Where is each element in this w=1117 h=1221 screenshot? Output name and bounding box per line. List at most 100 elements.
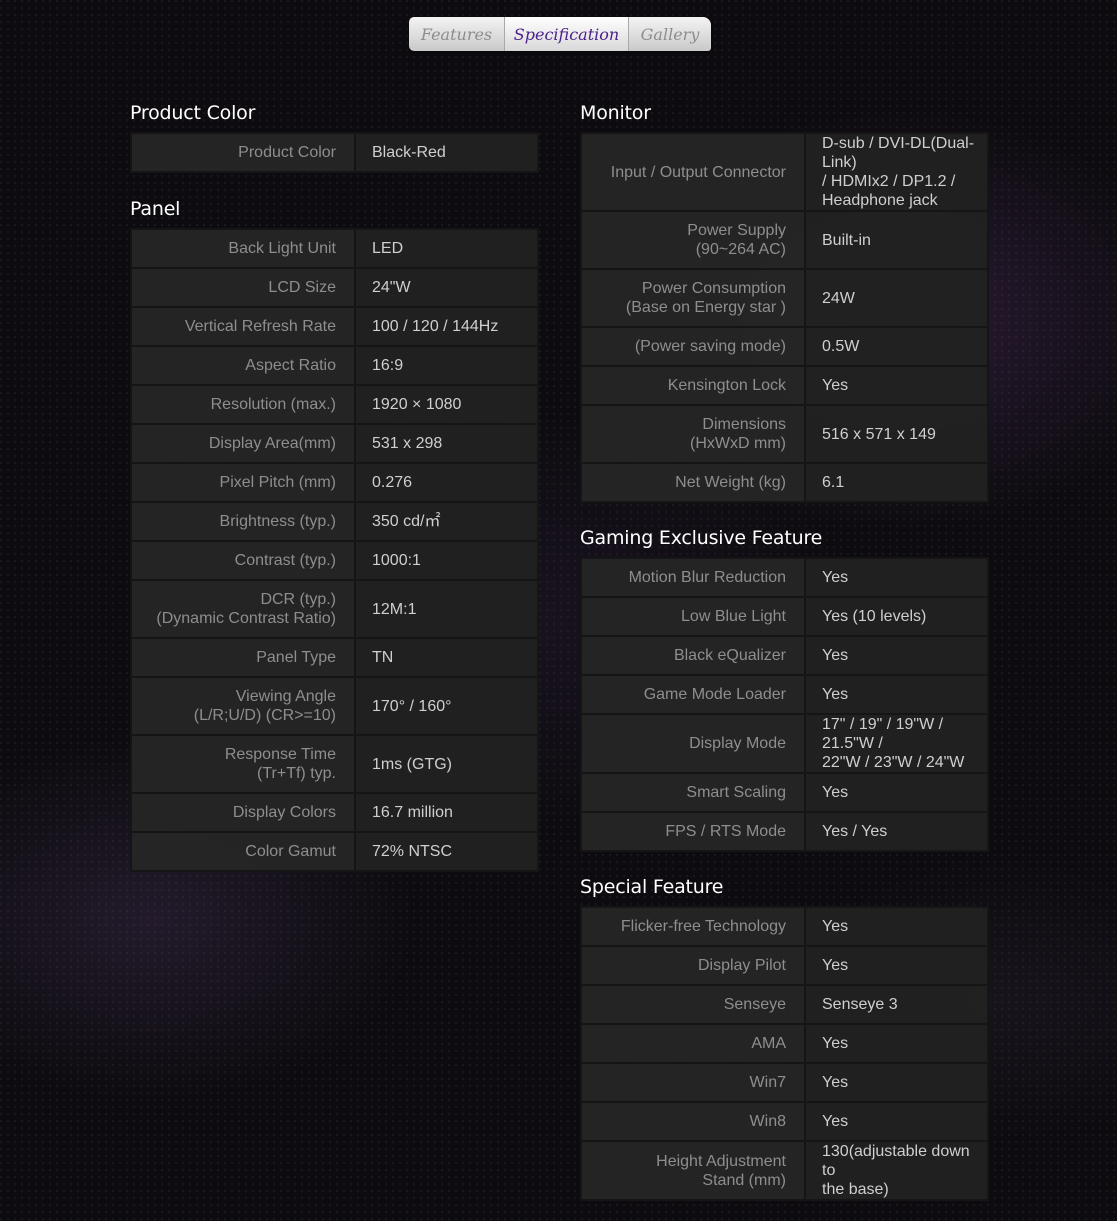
spec-value: 16:9 (354, 345, 539, 386)
spec-value-line: 72% NTSC (372, 843, 453, 860)
spec-label: Smart Scaling (580, 772, 806, 813)
spec-value: Yes (804, 906, 989, 947)
spec-label: Display Pilot (580, 945, 806, 986)
spec-value: Yes (804, 772, 989, 813)
spec-value: 1920 × 1080 (354, 384, 539, 425)
spec-label-line: Senseye (723, 996, 786, 1013)
spec-value: Yes (804, 1101, 989, 1142)
spec-label-line: (Tr+Tf) typ. (257, 765, 336, 782)
spec-label: Flicker-free Technology (580, 906, 806, 947)
spec-value-line: 16.7 million (372, 804, 453, 821)
tab-features[interactable]: Features (409, 17, 505, 51)
spec-label-line: Resolution (max.) (210, 396, 336, 413)
spec-label-line: Back Light Unit (228, 240, 336, 257)
spec-label-line: Net Weight (kg) (675, 474, 786, 491)
spec-value-line: Yes (822, 957, 849, 974)
tab-gallery[interactable]: Gallery (629, 17, 711, 51)
spec-value-line: 0.5W (822, 338, 860, 355)
spec-label-line: Black eQualizer (673, 647, 786, 664)
spec-row: Back Light Unit LED (130, 228, 539, 269)
spec-label: Net Weight (kg) (580, 462, 806, 503)
spec-value-line: Yes (822, 918, 849, 935)
spec-label: Input / Output Connector (580, 132, 806, 212)
spec-label-line: Panel Type (256, 649, 336, 666)
spec-value-line: D-sub / DVI-DL(Dual-Link) (822, 135, 975, 171)
spec-value-line: TN (372, 649, 394, 666)
spec-label-line: Smart Scaling (686, 784, 786, 801)
spec-value-line: 100 / 120 / 144Hz (372, 318, 499, 335)
spec-value: 0.5W (804, 326, 989, 367)
spec-value: Yes (804, 945, 989, 986)
spec-value-line: the base) (822, 1181, 889, 1198)
spec-value: 24W (804, 268, 989, 328)
spec-value: TN (354, 637, 539, 678)
spec-label-line: Flicker-free Technology (620, 918, 786, 935)
spec-label-line: (L/R;U/D) (CR>=10) (193, 707, 336, 724)
spec-label-line: Win8 (749, 1113, 786, 1130)
spec-row: Kensington Lock Yes (580, 365, 989, 406)
spec-label-line: Aspect Ratio (245, 357, 336, 374)
spec-label-line: Display Colors (232, 804, 336, 821)
spec-value-line: 1ms (GTG) (372, 755, 452, 773)
spec-label-line: Low Blue Light (681, 608, 786, 625)
spec-value-line: Built-in (822, 231, 871, 249)
spec-value-line: Yes (822, 1035, 849, 1052)
spec-value-line: 16:9 (372, 357, 404, 374)
spec-row: Display Mode 17" / 19" / 19"W / 21.5"W / 2… (580, 713, 989, 774)
spec-value: 531 x 298 (354, 423, 539, 464)
spec-row: Game Mode Loader Yes (580, 674, 989, 715)
spec-label: Color Gamut (130, 831, 356, 872)
spec-row: Pixel Pitch (mm) 0.276 (130, 462, 539, 503)
spec-row: Motion Blur Reduction Yes (580, 557, 989, 598)
spec-row: LCD Size 24"W (130, 267, 539, 308)
spec-value: Yes / Yes (804, 811, 989, 852)
spec-value: LED (354, 228, 539, 269)
spec-row: Display Colors 16.7 million (130, 792, 539, 833)
spec-label: Display Colors (130, 792, 356, 833)
spec-label-line: Win7 (749, 1074, 786, 1091)
spec-value: 16.7 million (354, 792, 539, 833)
spec-value: Built-in (804, 210, 989, 270)
spec-tab-bar: Features Specification Gallery (409, 17, 711, 51)
spec-label: Power Supply (90~264 AC) (580, 210, 806, 270)
section-title-monitor: Monitor (580, 102, 651, 124)
spec-row: Power Supply (90~264 AC) Built-in (580, 210, 989, 270)
spec-label-line: AMA (751, 1035, 786, 1052)
special-feature-table: Flicker-free Technology Yes Display Pilot Y… (580, 906, 989, 1201)
spec-value-line: LED (372, 240, 404, 257)
spec-row: Low Blue Light Yes (10 levels) (580, 596, 989, 637)
spec-row: DCR (typ.) (Dynamic Contrast Ratio) 12M:1 (130, 579, 539, 639)
spec-label: Motion Blur Reduction (580, 557, 806, 598)
spec-value: Yes (804, 1023, 989, 1064)
spec-value-line: Yes (822, 1074, 849, 1091)
spec-value-line: 17" / 19" / 19"W / 21.5"W / (822, 716, 944, 752)
spec-row: Vertical Refresh Rate 100 / 120 / 144Hz (130, 306, 539, 347)
section-title-gaming-exclusive-feature: Gaming Exclusive Feature (580, 527, 823, 549)
spec-value: Yes (10 levels) (804, 596, 989, 637)
spec-row: Power Consumption (Base on Energy star ) 2… (580, 268, 989, 328)
spec-value-line: Yes (10 levels) (822, 608, 927, 625)
spec-label-line: (HxWxD mm) (690, 435, 786, 452)
product-color-table: Product Color Black-Red (130, 132, 539, 173)
spec-value-line: 0.276 (372, 474, 413, 491)
spec-label: Panel Type (130, 637, 356, 678)
spec-label: Resolution (max.) (130, 384, 356, 425)
spec-value-line: Yes (822, 569, 849, 586)
tab-specification[interactable]: Specification (505, 17, 629, 51)
spec-row: Aspect Ratio 16:9 (130, 345, 539, 386)
spec-label-line: Product Color (238, 144, 336, 161)
spec-label: Win8 (580, 1101, 806, 1142)
spec-label: DCR (typ.) (Dynamic Contrast Ratio) (130, 579, 356, 639)
spec-value-line: Yes / Yes (822, 823, 888, 840)
spec-row: AMA Yes (580, 1023, 989, 1064)
spec-value-line: 24W (822, 289, 855, 307)
spec-value: Black-Red (354, 132, 539, 173)
spec-label-line: Color Gamut (245, 843, 336, 860)
spec-row: Resolution (max.) 1920 × 1080 (130, 384, 539, 425)
spec-value: Yes (804, 1062, 989, 1103)
spec-label: FPS / RTS Mode (580, 811, 806, 852)
spec-label-line: DCR (typ.) (260, 591, 336, 608)
spec-row: Black eQualizer Yes (580, 635, 989, 676)
spec-value: 516 x 571 x 149 (804, 404, 989, 464)
spec-row: Viewing Angle (L/R;U/D) (CR>=10) 170° / 16… (130, 676, 539, 736)
